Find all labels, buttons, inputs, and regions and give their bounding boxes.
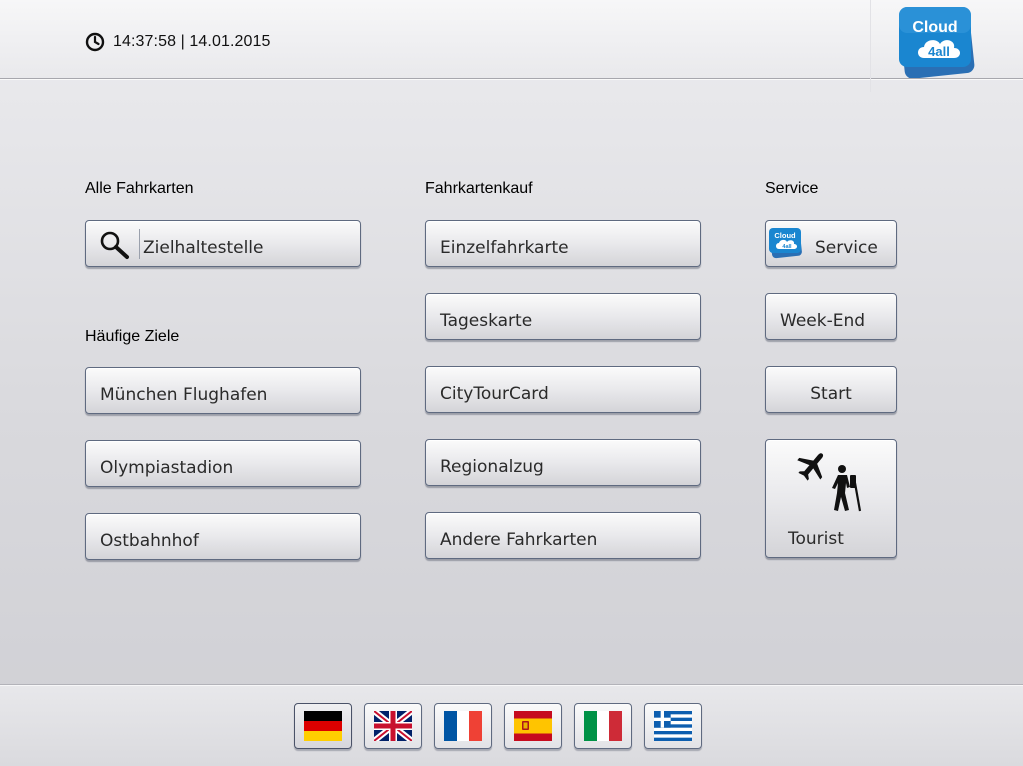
greece-flag-icon (654, 711, 692, 741)
language-button-gr[interactable] (644, 703, 702, 749)
datetime-text: 14:37:58 | 14.01.2015 (113, 33, 271, 50)
hiker-icon (832, 465, 862, 512)
spain-flag-icon (514, 711, 552, 741)
logo-text-cloud: Cloud (912, 19, 957, 36)
destination-label: Ostbahnhof (100, 531, 199, 551)
ticket-button-regional[interactable]: Regionalzug (425, 439, 701, 486)
language-button-en[interactable] (364, 703, 422, 749)
ticket-label: Tageskarte (440, 311, 533, 331)
divider (139, 229, 140, 259)
ticket-label: Einzelfahrkarte (440, 238, 569, 258)
ticket-button-day[interactable]: Tageskarte (425, 293, 701, 340)
germany-flag-icon (304, 711, 342, 741)
weekend-button[interactable]: Week-End (765, 293, 897, 340)
destination-button-munich-airport[interactable]: München Flughafen (85, 367, 361, 414)
destination-button-ostbahnhof[interactable]: Ostbahnhof (85, 513, 361, 560)
frequent-destinations-title: Häufige Ziele (85, 328, 180, 345)
search-icon (100, 231, 129, 259)
all-tickets-title: Alle Fahrkarten (85, 180, 194, 197)
top-bar: 14:37:58 | 14.01.2015 Cloud 4all (0, 0, 1023, 92)
cloud4all-icon: Cloud 4all (769, 228, 802, 259)
destination-search-label: Zielhaltestelle (143, 238, 264, 258)
tourist-button[interactable]: Tourist (765, 439, 897, 558)
clock: 14:37:58 | 14.01.2015 (85, 32, 271, 52)
language-button-de[interactable] (294, 703, 352, 749)
ticket-purchase-title: Fahrkartenkauf (425, 180, 533, 197)
uk-flag-icon (374, 711, 412, 741)
language-button-es[interactable] (504, 703, 562, 749)
logo-text-4all: 4all (928, 44, 950, 59)
destination-label: München Flughafen (100, 385, 268, 405)
service-button[interactable]: Cloud 4all Service (765, 220, 897, 267)
ticket-label: Andere Fahrkarten (440, 530, 598, 550)
weekend-label: Week-End (780, 311, 866, 331)
language-button-fr[interactable] (434, 703, 492, 749)
destination-search-button[interactable]: Zielhaltestelle (85, 220, 361, 267)
language-button-it[interactable] (574, 703, 632, 749)
ticket-button-other[interactable]: Andere Fahrkarten (425, 512, 701, 559)
start-label: Start (810, 384, 852, 404)
ticket-label: CityTourCard (440, 384, 549, 404)
italy-flag-icon (584, 711, 622, 741)
svg-text:4all: 4all (782, 244, 792, 250)
ticket-button-single[interactable]: Einzelfahrkarte (425, 220, 701, 267)
service-title: Service (765, 180, 819, 197)
cloud4all-logo: Cloud 4all (896, 6, 976, 83)
destination-button-olympiastadion[interactable]: Olympiastadion (85, 440, 361, 487)
tourist-label: Tourist (788, 529, 844, 549)
ticket-label: Regionalzug (440, 457, 544, 477)
ticket-button-citytourcard[interactable]: CityTourCard (425, 366, 701, 413)
destination-label: Olympiastadion (100, 458, 234, 478)
service-label: Service (815, 238, 878, 258)
clock-icon (85, 32, 105, 52)
start-button[interactable]: Start (765, 366, 897, 413)
airplane-icon (797, 453, 824, 481)
svg-text:Cloud: Cloud (774, 231, 796, 240)
france-flag-icon (444, 711, 482, 741)
language-bar (0, 684, 1023, 766)
